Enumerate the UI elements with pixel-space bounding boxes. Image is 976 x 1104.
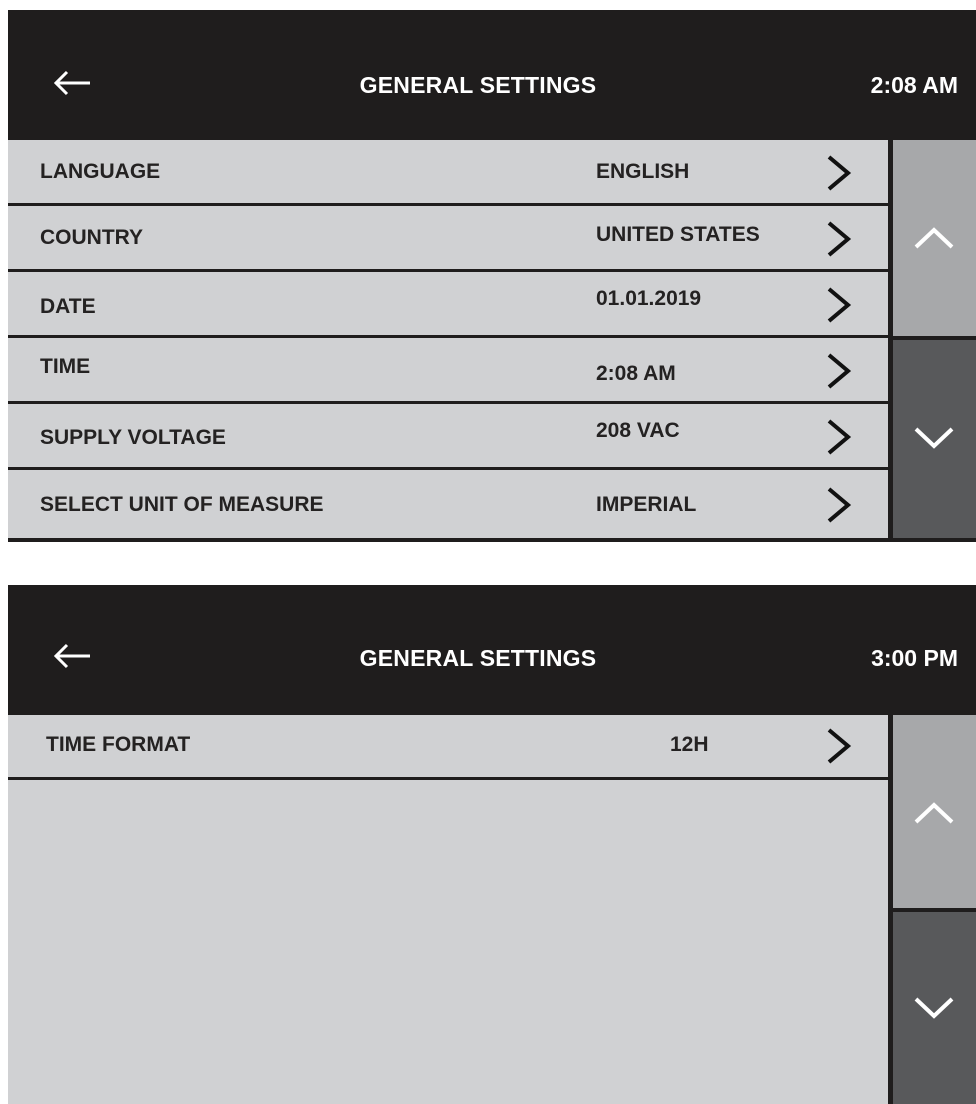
chevron-up-icon <box>913 226 955 250</box>
chevron-right-icon <box>826 286 852 324</box>
chevron-right-icon <box>826 418 852 456</box>
setting-row-date[interactable]: DATE 01.01.2019 <box>8 272 888 338</box>
clock-time: 3:00 PM <box>871 645 958 671</box>
page-title: GENERAL SETTINGS <box>359 645 597 671</box>
scroll-up-button[interactable] <box>893 715 976 908</box>
chevron-down-icon <box>913 996 955 1020</box>
chevron-up-icon <box>913 801 955 825</box>
setting-label: SUPPLY VOLTAGE <box>40 426 226 449</box>
setting-value: 12H <box>670 733 709 756</box>
setting-value: UNITED STATES <box>596 223 760 246</box>
scroll-up-button[interactable] <box>893 140 976 336</box>
header-bar: GENERAL SETTINGS 2:08 AM <box>8 10 976 140</box>
page-title: GENERAL SETTINGS <box>359 72 597 98</box>
scroll-down-button[interactable] <box>893 340 976 538</box>
header-bar: GENERAL SETTINGS 3:00 PM <box>8 585 976 713</box>
row-divider <box>8 777 888 780</box>
chevron-right-icon <box>826 727 852 765</box>
setting-value: IMPERIAL <box>596 493 697 516</box>
clock-time: 2:08 AM <box>870 72 958 98</box>
back-arrow-icon[interactable] <box>52 641 92 671</box>
setting-value: 2:08 AM <box>596 362 676 385</box>
setting-label: COUNTRY <box>40 226 144 249</box>
setting-label: DATE <box>40 295 96 318</box>
chevron-down-icon <box>913 426 955 450</box>
settings-screen-2: GENERAL SETTINGS 3:00 PM TIME FORMAT 12H <box>8 585 976 1104</box>
setting-label: TIME <box>40 355 91 378</box>
setting-value: 01.01.2019 <box>596 287 702 310</box>
setting-row-supply-voltage[interactable]: SUPPLY VOLTAGE 208 VAC <box>8 404 888 470</box>
chevron-right-icon <box>826 352 852 390</box>
chevron-right-icon <box>826 486 852 524</box>
setting-value: 208 VAC <box>596 419 680 442</box>
setting-row-time-format[interactable]: TIME FORMAT 12H <box>8 715 888 780</box>
setting-label: SELECT UNIT OF MEASURE <box>40 493 324 516</box>
back-arrow-icon[interactable] <box>52 68 92 98</box>
setting-row-language[interactable]: LANGUAGE ENGLISH <box>8 140 888 206</box>
setting-label: LANGUAGE <box>40 160 161 183</box>
setting-row-time[interactable]: TIME 2:08 AM <box>8 338 888 404</box>
settings-list: LANGUAGE ENGLISH COUNTRY UNITED STATES D… <box>8 140 888 538</box>
settings-list: TIME FORMAT 12H <box>8 715 888 1104</box>
setting-label: TIME FORMAT <box>46 733 191 756</box>
setting-row-unit-of-measure[interactable]: SELECT UNIT OF MEASURE IMPERIAL <box>8 470 888 538</box>
chevron-right-icon <box>826 220 852 258</box>
scroll-down-button[interactable] <box>893 912 976 1104</box>
setting-value: ENGLISH <box>596 160 690 183</box>
settings-screen-1: GENERAL SETTINGS 2:08 AM LANGUAGE ENGLIS… <box>8 10 976 542</box>
chevron-right-icon <box>826 154 852 192</box>
setting-row-country[interactable]: COUNTRY UNITED STATES <box>8 206 888 272</box>
